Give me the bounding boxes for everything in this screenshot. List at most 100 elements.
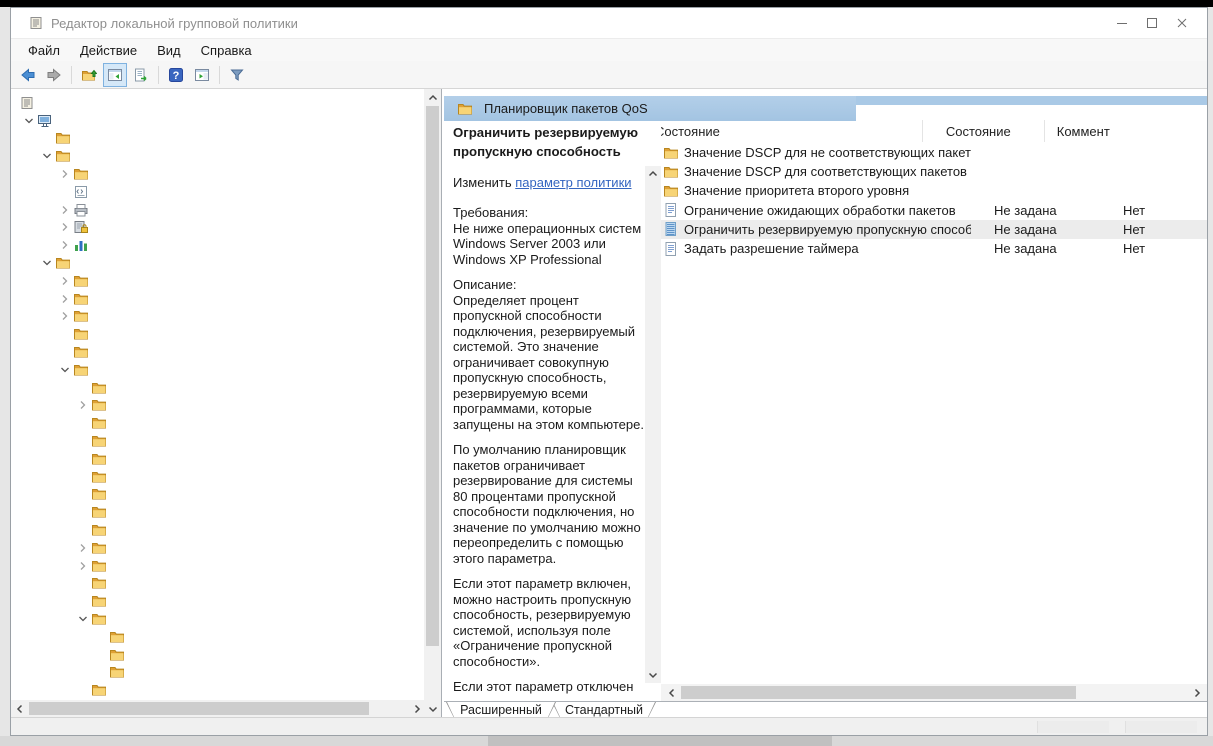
tree-item[interactable] bbox=[11, 397, 424, 415]
tree-item[interactable] bbox=[11, 432, 424, 450]
tree-item[interactable] bbox=[11, 681, 424, 699]
scroll-up-button[interactable] bbox=[645, 166, 661, 182]
menu-item[interactable]: Действие bbox=[70, 41, 147, 60]
tree-item[interactable] bbox=[11, 664, 424, 682]
tree-item[interactable] bbox=[11, 575, 424, 593]
tree-item[interactable] bbox=[11, 290, 424, 308]
filter-button[interactable] bbox=[225, 63, 249, 87]
tree-item[interactable] bbox=[11, 521, 424, 539]
chevron-right-icon[interactable] bbox=[75, 540, 91, 556]
tree-item[interactable] bbox=[11, 254, 424, 272]
chevron-right-icon[interactable] bbox=[57, 202, 73, 218]
menu-item[interactable]: Вид bbox=[147, 41, 191, 60]
tree-item[interactable] bbox=[11, 646, 424, 664]
tab-inactive[interactable]: Стандартный bbox=[552, 702, 656, 717]
tree-item[interactable] bbox=[11, 361, 424, 379]
settings-row[interactable]: Ограничить резервируемую пропускную спос… bbox=[661, 220, 1207, 239]
tree-item[interactable] bbox=[11, 557, 424, 575]
tree-item[interactable] bbox=[11, 183, 424, 201]
tab-label: Стандартный bbox=[553, 702, 655, 717]
tree-item[interactable] bbox=[11, 308, 424, 326]
chevron-right-icon[interactable] bbox=[57, 166, 73, 182]
scroll-left-button[interactable] bbox=[663, 684, 680, 701]
chevron-right-icon[interactable] bbox=[75, 397, 91, 413]
tree-item[interactable] bbox=[11, 201, 424, 219]
settings-row[interactable]: Ограничение ожидающих обработки пакетовН… bbox=[661, 201, 1207, 220]
back-button[interactable] bbox=[16, 63, 40, 87]
column-header-comment[interactable]: Коммент bbox=[1045, 120, 1207, 142]
settings-row[interactable]: Значение приоритета второго уровня bbox=[661, 181, 1207, 200]
tree-item[interactable] bbox=[11, 610, 424, 628]
tree-item[interactable] bbox=[11, 539, 424, 557]
chevron-down-icon[interactable] bbox=[39, 255, 55, 271]
settings-row[interactable]: Значение DSCP для не соответствующих пак… bbox=[661, 143, 1207, 162]
export-list-button[interactable] bbox=[129, 63, 153, 87]
tree-item[interactable] bbox=[11, 112, 424, 130]
tree-item[interactable] bbox=[11, 503, 424, 521]
minimize-icon bbox=[1114, 15, 1130, 31]
folder-icon bbox=[91, 433, 107, 449]
chevron-right-icon[interactable] bbox=[57, 219, 73, 235]
tree-item[interactable] bbox=[11, 147, 424, 165]
tree-item[interactable] bbox=[11, 272, 424, 290]
column-header-setting[interactable]: Состояние bbox=[661, 120, 923, 142]
scroll-left-button[interactable] bbox=[11, 700, 28, 717]
column-header-state[interactable]: Состояние bbox=[923, 120, 1045, 142]
maximize-button[interactable] bbox=[1137, 13, 1167, 33]
minimize-button[interactable] bbox=[1107, 13, 1137, 33]
help-button[interactable]: ? bbox=[164, 63, 188, 87]
setting-name-cell: Задать разрешение таймера bbox=[661, 241, 971, 257]
up-one-level-button[interactable] bbox=[77, 63, 101, 87]
menu-item[interactable]: Файл bbox=[18, 41, 70, 60]
tree-item[interactable] bbox=[11, 468, 424, 486]
chevron-right-icon[interactable] bbox=[57, 273, 73, 289]
tree-horizontal-scrollbar[interactable] bbox=[11, 700, 425, 717]
settings-row[interactable]: Задать разрешение таймераНе заданаНет bbox=[661, 239, 1207, 258]
close-button[interactable] bbox=[1167, 13, 1197, 33]
menubar: ФайлДействиеВидСправка bbox=[11, 38, 1207, 61]
list-horizontal-scrollbar[interactable] bbox=[661, 684, 1207, 701]
chevron-down-icon[interactable] bbox=[75, 611, 91, 627]
chevron-down-icon[interactable] bbox=[39, 148, 55, 164]
description-scrollbar[interactable] bbox=[645, 166, 661, 683]
expander-spacer bbox=[75, 682, 91, 698]
tree-item[interactable] bbox=[11, 236, 424, 254]
tab-active[interactable]: Расширенный bbox=[446, 702, 556, 717]
menu-item[interactable]: Справка bbox=[191, 41, 262, 60]
tree-item[interactable] bbox=[11, 219, 424, 237]
tree-item[interactable] bbox=[11, 450, 424, 468]
forward-button[interactable] bbox=[42, 63, 66, 87]
tree-item[interactable] bbox=[11, 592, 424, 610]
tree-item[interactable] bbox=[11, 94, 424, 112]
scrollbar-thumb[interactable] bbox=[681, 686, 1076, 699]
show-action-pane-button[interactable] bbox=[190, 63, 214, 87]
tree-item[interactable] bbox=[11, 379, 424, 397]
scrollbar-thumb[interactable] bbox=[426, 106, 439, 646]
tree-item[interactable] bbox=[11, 343, 424, 361]
screen: Редактор локальной групповой политики Фа… bbox=[0, 0, 1213, 746]
policy-sections: Требования:Не ниже операционных систем W… bbox=[453, 205, 645, 695]
scrollbar-thumb[interactable] bbox=[29, 702, 369, 715]
scroll-down-button[interactable] bbox=[645, 667, 661, 683]
chevron-right-icon[interactable] bbox=[57, 237, 73, 253]
tree-vertical-scrollbar[interactable] bbox=[424, 89, 441, 717]
scroll-down-button[interactable] bbox=[424, 700, 441, 717]
chevron-right-icon[interactable] bbox=[57, 308, 73, 324]
chevron-right-icon[interactable] bbox=[75, 558, 91, 574]
folder-icon bbox=[109, 647, 125, 663]
settings-row[interactable]: Значение DSCP для соответствующих пакето… bbox=[661, 162, 1207, 181]
chevron-right-icon[interactable] bbox=[57, 291, 73, 307]
tree-item[interactable] bbox=[11, 628, 424, 646]
scroll-right-button[interactable] bbox=[1188, 684, 1205, 701]
chevron-down-icon[interactable] bbox=[57, 362, 73, 378]
tree-item[interactable] bbox=[11, 486, 424, 504]
tree-item[interactable] bbox=[11, 414, 424, 432]
scroll-right-button[interactable] bbox=[408, 700, 425, 717]
tree-item[interactable] bbox=[11, 325, 424, 343]
tree-item[interactable] bbox=[11, 165, 424, 183]
scroll-up-button[interactable] bbox=[424, 89, 441, 106]
edit-policy-link[interactable]: параметр политики bbox=[515, 175, 631, 190]
chevron-down-icon[interactable] bbox=[21, 113, 37, 129]
tree-item[interactable] bbox=[11, 130, 424, 148]
show-console-tree-button[interactable] bbox=[103, 63, 127, 87]
